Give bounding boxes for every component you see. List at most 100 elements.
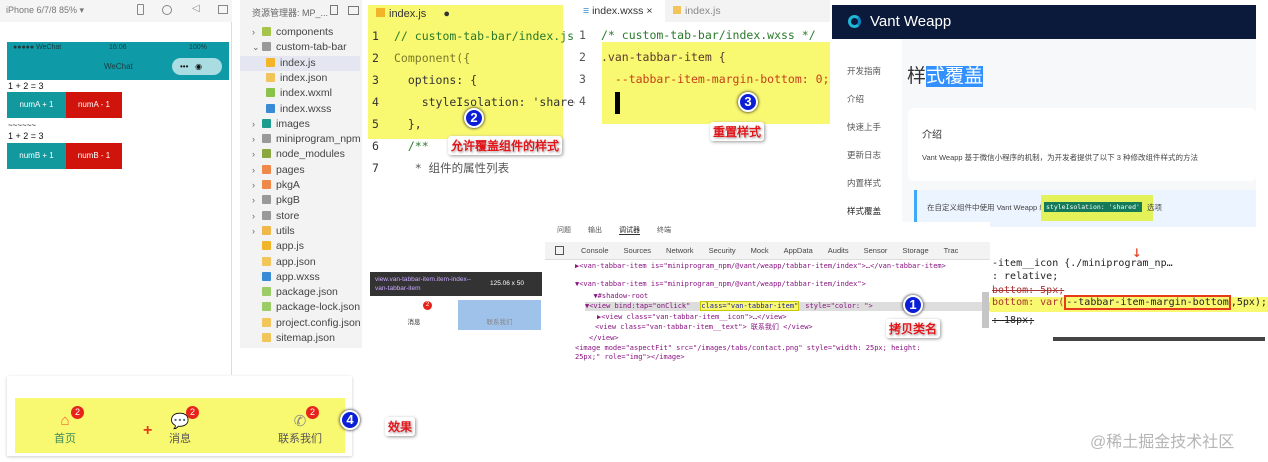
devtools-tab[interactable]: Storage	[902, 246, 928, 255]
note-copy-class: 拷贝类名	[886, 319, 941, 338]
numb-plus-button[interactable]: numB + 1	[7, 143, 66, 169]
devtools-top-tab[interactable]: 问题	[557, 227, 571, 234]
devtools-top-tab[interactable]: 终端	[657, 227, 671, 234]
file-tree-item[interactable]: index.wxss	[240, 102, 360, 117]
file-tree: › components ⌄ custom-tab-bar index.js index.…	[240, 25, 362, 345]
devtools-top-tab[interactable]: 调试器	[619, 227, 640, 235]
mini-tab-messages[interactable]: 消息 2	[370, 300, 458, 330]
tip-suffix: 选项	[1147, 203, 1162, 212]
file-tree-item[interactable]: index.json	[240, 71, 360, 86]
numa-plus-button[interactable]: numA + 1	[7, 92, 66, 118]
js-tab[interactable]: index.js ●	[376, 8, 450, 20]
file-tree-item[interactable]: › store	[240, 209, 360, 224]
separator-text: ~~~~~~	[8, 121, 37, 130]
chevron-right-icon: ›	[252, 118, 255, 129]
tab-label: 联系我们	[278, 433, 322, 445]
code-text: },	[394, 117, 422, 131]
chevron-right-icon: ›	[252, 149, 255, 160]
line-number: 4	[579, 94, 586, 108]
code-line: 5 },	[372, 113, 422, 135]
devtools-top-tab[interactable]: 输出	[588, 227, 602, 234]
record-icon[interactable]	[162, 5, 172, 15]
class-highlight[interactable]: class="van-tabbar-item"	[700, 301, 800, 311]
vant-nav-item[interactable]: 快速上手	[847, 121, 881, 133]
vant-nav-item[interactable]: 更新日志	[847, 149, 881, 161]
file-tree-item[interactable]: › components	[240, 25, 360, 40]
devtools-tab[interactable]: Network	[666, 246, 694, 255]
tabbar: ⌂ 首页 2 💬 消息 2 ✆ 联系我们 2	[15, 398, 345, 453]
window-icon[interactable]	[218, 5, 228, 14]
capsule-menu[interactable]: ••• ◉	[172, 58, 222, 75]
file-tree-item[interactable]: › miniprogram_npm	[240, 132, 361, 147]
style-position: : relative;	[992, 271, 1059, 282]
file-tree-item[interactable]: project.config.json	[240, 316, 361, 331]
file-tree-item[interactable]: index.js	[240, 55, 360, 71]
dom-line[interactable]: ▼<van-tabbar-item is="miniprogram_npm/@v…	[575, 280, 950, 289]
code-line: 7 * 组件的属性列表	[372, 157, 509, 179]
devtools-tab[interactable]: Trac	[944, 246, 959, 255]
file-name: utils	[276, 224, 295, 237]
numa-minus-button[interactable]: numA - 1	[66, 92, 122, 118]
simulator-panel: iPhone 6/7/8 85% ▾ ◁ ●●●●● WeChat 16:06 …	[0, 0, 232, 375]
vant-nav-item[interactable]: 介绍	[847, 93, 864, 105]
styles-scrollbar[interactable]	[1053, 337, 1265, 341]
new-file-icon[interactable]	[330, 5, 338, 15]
file-tree-item[interactable]: › images	[240, 117, 360, 132]
file-tree-item[interactable]: › pkgB	[240, 193, 360, 208]
step-4-badge: 4	[340, 410, 360, 430]
style-bottom-var-row: bottom: var(--tabbar-item-margin-bottom,…	[990, 295, 1268, 312]
devtools-tab[interactable]: Audits	[828, 246, 849, 255]
dom-text: <image mode="aspectFit" src="/images/tab…	[575, 344, 925, 361]
file-tree-item[interactable]: › pkgA	[240, 178, 360, 193]
dom-line[interactable]: ▼<view bind:tap="onClick" class="van-tabb…	[585, 301, 990, 311]
dom-line[interactable]: ▶<van-tabbar-item is="miniprogram_npm/@v…	[575, 262, 950, 271]
line-number: 3	[579, 72, 586, 86]
devtools-tab[interactable]: Security	[709, 246, 736, 255]
wxss-tab[interactable]: ≡ index.wxss ×	[575, 0, 665, 22]
new-folder-icon[interactable]	[348, 6, 359, 15]
audio-icon[interactable]: ◁	[192, 3, 200, 14]
mini-tab-label: 联系我们	[486, 319, 513, 326]
code-line: 3 options: {	[372, 69, 477, 91]
js-tab-inactive[interactable]: index.js	[673, 5, 721, 17]
file-tree-item[interactable]: sitemap.json	[240, 331, 360, 346]
phone-icon[interactable]	[137, 4, 144, 15]
devtools-tab[interactable]: Sources	[624, 246, 652, 255]
file-tree-item[interactable]: › pages	[240, 163, 360, 178]
file-tree-item[interactable]: app.json	[240, 255, 360, 270]
file-name: index.json	[280, 71, 328, 84]
vant-nav-item[interactable]: 内置样式	[847, 177, 881, 189]
file-icon	[266, 57, 275, 67]
file-tree-item[interactable]: ⌄ custom-tab-bar	[240, 40, 360, 55]
device-select[interactable]: iPhone 6/7/8 85% ▾	[6, 5, 84, 16]
dom-line[interactable]: ▼#shadow-root	[585, 292, 950, 301]
folder-icon	[262, 118, 271, 128]
vant-brand[interactable]: Vant Weapp	[870, 13, 951, 30]
file-tree-item[interactable]: index.wxml	[240, 86, 360, 101]
vant-nav-item[interactable]: 开发指南	[847, 65, 881, 77]
file-tree-item[interactable]: package-lock.json	[240, 300, 360, 315]
tooltip-size: 125.06 x 50	[490, 280, 524, 287]
devtools-tab[interactable]: Mock	[751, 246, 769, 255]
tab-item[interactable]: ⌂ 首页 2	[35, 406, 95, 452]
numb-minus-button[interactable]: numB - 1	[66, 143, 122, 169]
file-tree-item[interactable]: app.wxss	[240, 270, 360, 285]
tab-item[interactable]: 💬 消息 2	[150, 406, 210, 452]
inspect-icon[interactable]	[555, 246, 564, 255]
mini-tab-contact[interactable]: 联系我们	[458, 300, 541, 330]
file-tree-item[interactable]: › utils	[240, 224, 360, 239]
inspector-tooltip: view.van-tabbar-item.item-index--van-tab…	[370, 272, 542, 296]
dom-line[interactable]: <image mode="aspectFit" src="/images/tab…	[575, 344, 950, 362]
tab-label: 首页	[54, 433, 76, 445]
file-tree-item[interactable]: package.json	[240, 285, 360, 300]
devtools-tab[interactable]: AppData	[784, 246, 813, 255]
devtools-tab[interactable]: Sensor	[864, 246, 888, 255]
close-icon[interactable]: ×	[646, 5, 652, 17]
tab-item[interactable]: ✆ 联系我们 2	[270, 406, 330, 452]
file-tree-item[interactable]: › node_modules	[240, 147, 360, 162]
code-line: 1 /* custom-tab-bar/index.wxss */	[579, 24, 816, 46]
devtools-tab[interactable]: Console	[581, 246, 609, 255]
devtools-scrollbar[interactable]	[982, 292, 989, 328]
vant-nav-item[interactable]: 样式覆盖	[847, 205, 881, 217]
file-tree-item[interactable]: app.js	[240, 239, 360, 254]
